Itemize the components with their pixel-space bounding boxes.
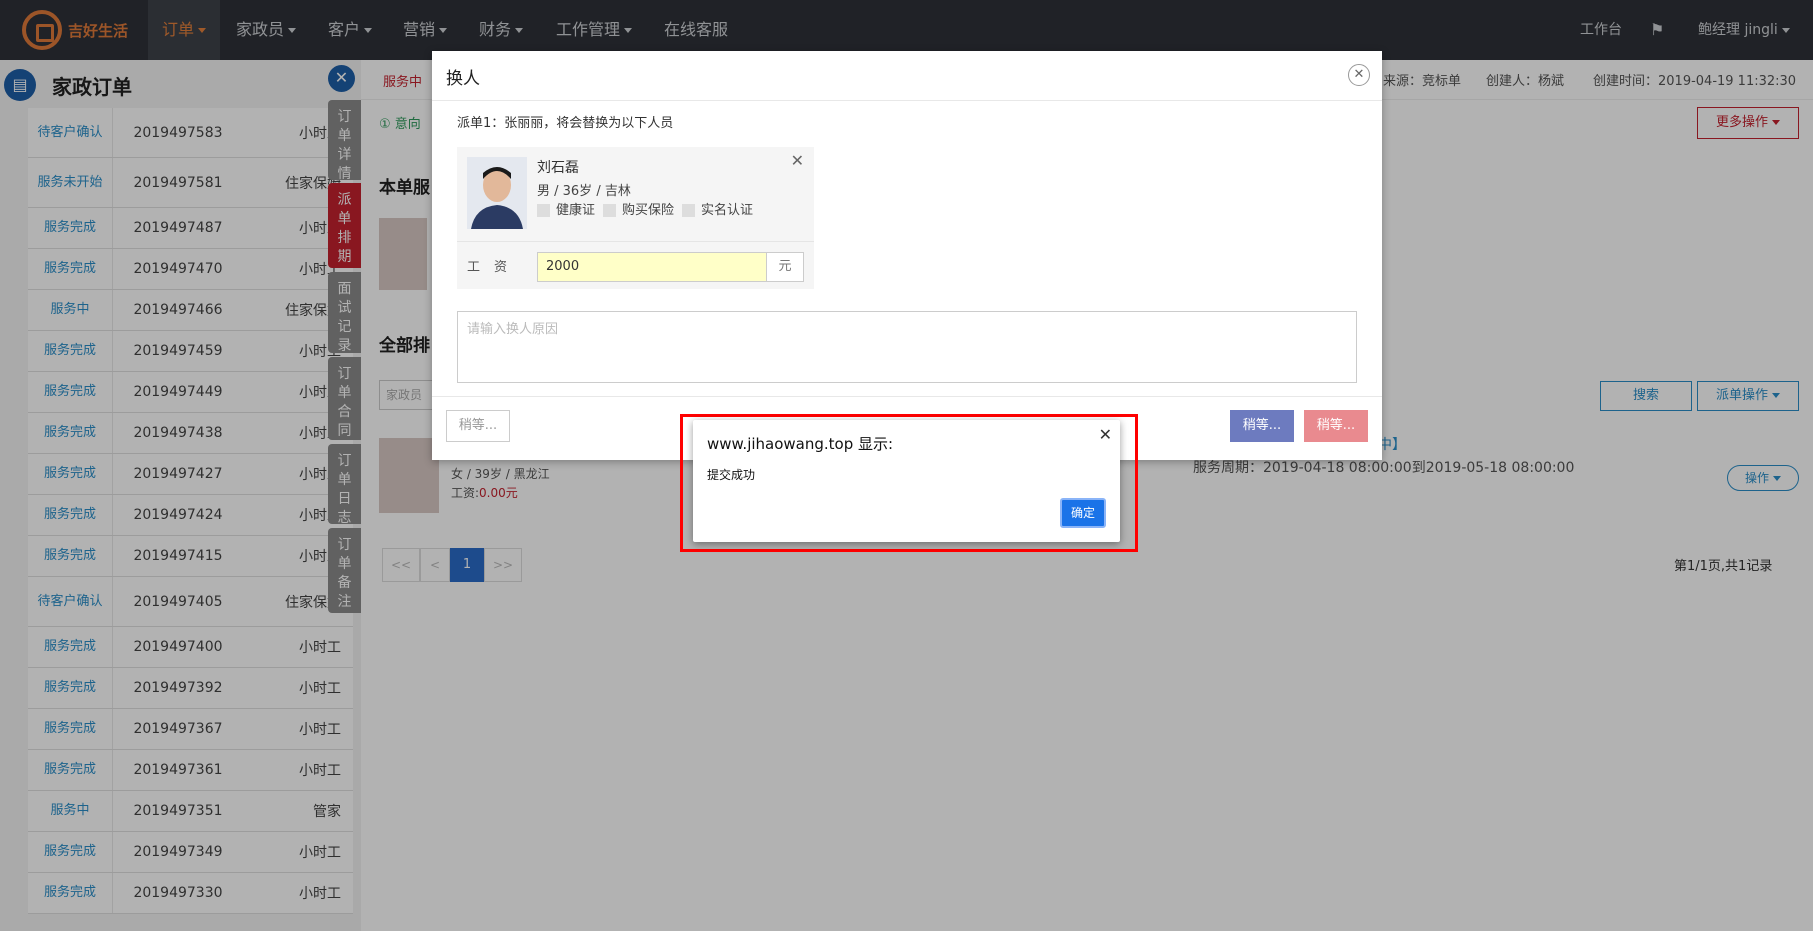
wait-button-left[interactable]: 稍等... [446, 410, 510, 442]
checkbox-icon [682, 204, 696, 217]
salary-label: 工资 [467, 260, 522, 275]
wait-button-blue[interactable]: 稍等... [1230, 410, 1294, 442]
candidate-card: 刘石磊 男 / 36岁 / 吉林 健康证 购买保险 实名认证 ✕ 工资 2000… [457, 147, 814, 289]
realname-cert: 实名认证 [682, 199, 753, 218]
close-icon[interactable]: ✕ [1099, 425, 1112, 444]
candidate-avatar [467, 157, 527, 229]
close-icon[interactable]: ✕ [1348, 64, 1370, 86]
alert-ok-button[interactable]: 确定 [1060, 498, 1106, 528]
modal-title: 换人 [446, 69, 480, 89]
alert-title: www.jihaowang.top 显示: [707, 435, 894, 453]
replace-person-modal: 换人 ✕ 派单1：张丽丽，将会替换为以下人员 刘石磊 男 / 36岁 / 吉林 … [432, 51, 1382, 460]
wait-button-red[interactable]: 稍等... [1304, 410, 1368, 442]
salary-unit: 元 [766, 252, 804, 282]
realname-cert-label: 实名认证 [701, 203, 754, 218]
candidate-info: 男 / 36岁 / 吉林 [537, 184, 631, 199]
insurance-cert: 购买保险 [603, 199, 674, 218]
alert-message: 提交成功 [707, 468, 756, 482]
checkbox-icon [537, 204, 550, 217]
remove-candidate-icon[interactable]: ✕ [791, 151, 804, 170]
reason-textarea[interactable]: 请输入换人原因 [457, 311, 1357, 383]
candidate-name: 刘石磊 [537, 160, 579, 176]
insurance-cert-label: 购买保险 [622, 203, 675, 218]
health-cert: 健康证 [537, 199, 595, 218]
salary-row: 工资 2000 元 [457, 241, 814, 287]
replace-note: 派单1：张丽丽，将会替换为以下人员 [457, 116, 674, 131]
modal-header: 换人 ✕ [432, 51, 1382, 101]
browser-alert-dialog: www.jihaowang.top 显示: 提交成功 ✕ 确定 [693, 420, 1120, 542]
candidate-certs: 健康证 购买保险 实名认证 [537, 199, 753, 218]
checkbox-icon [603, 204, 617, 217]
salary-input[interactable]: 2000 [537, 252, 767, 282]
health-cert-label: 健康证 [556, 203, 596, 218]
person-photo-icon [467, 157, 527, 229]
